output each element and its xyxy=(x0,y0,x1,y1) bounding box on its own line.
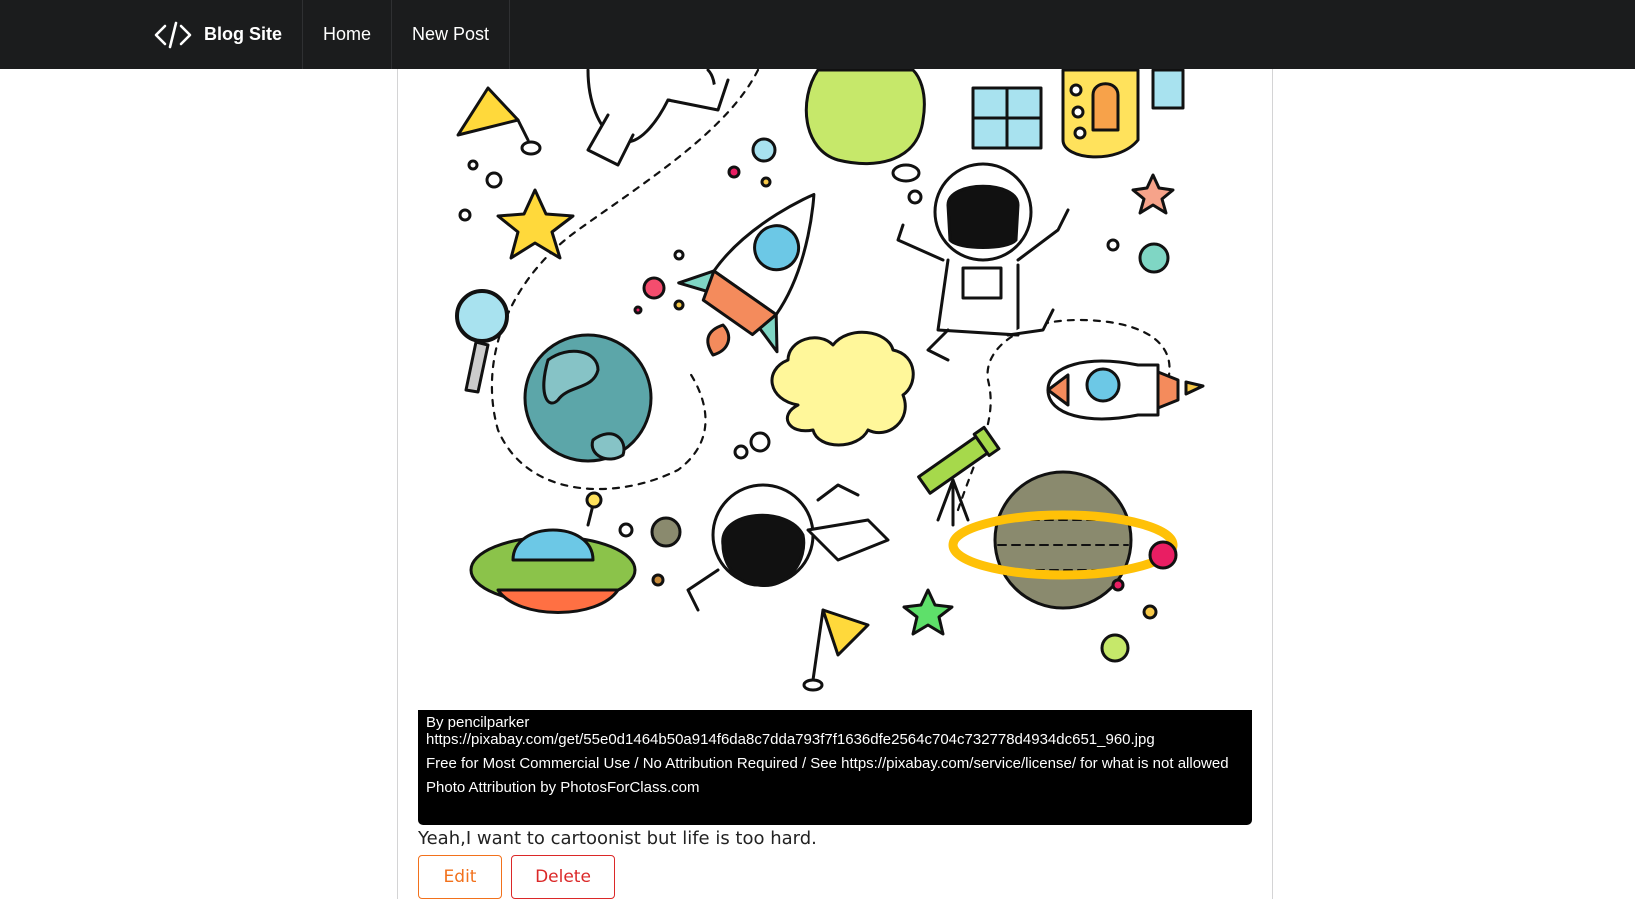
attribution-author: By pencilparker xyxy=(426,714,530,731)
space-doodle-illustration xyxy=(455,68,1205,692)
image-attribution: By pencilparker https://pixabay.com/get/… xyxy=(418,710,1252,825)
nav-item-home[interactable]: Home xyxy=(303,0,393,69)
attribution-credit: Photo Attribution by PhotosForClass.com xyxy=(426,779,700,796)
attribution-license: Free for Most Commercial Use / No Attrib… xyxy=(426,755,1229,772)
code-icon xyxy=(154,21,192,48)
attribution-url: https://pixabay.com/get/55e0d1464b50a914… xyxy=(426,731,1155,748)
brand-label: Blog Site xyxy=(204,24,283,44)
edit-button[interactable]: Edit xyxy=(418,855,502,899)
post-body: Yeah,I want to cartoonist but life is to… xyxy=(418,828,817,849)
brand-link[interactable]: Blog Site xyxy=(145,0,304,69)
nav-menu: Blog Site Home New Post xyxy=(145,0,511,69)
post-card: By pencilparker https://pixabay.com/get/… xyxy=(397,0,1273,899)
top-navbar: Blog Site Home New Post xyxy=(0,0,1635,69)
post-image xyxy=(418,0,1252,710)
nav-item-label: Home xyxy=(323,24,372,44)
nav-item-label: New Post xyxy=(412,24,490,44)
nav-item-new-post[interactable]: New Post xyxy=(392,0,511,69)
delete-button[interactable]: Delete xyxy=(511,855,615,899)
